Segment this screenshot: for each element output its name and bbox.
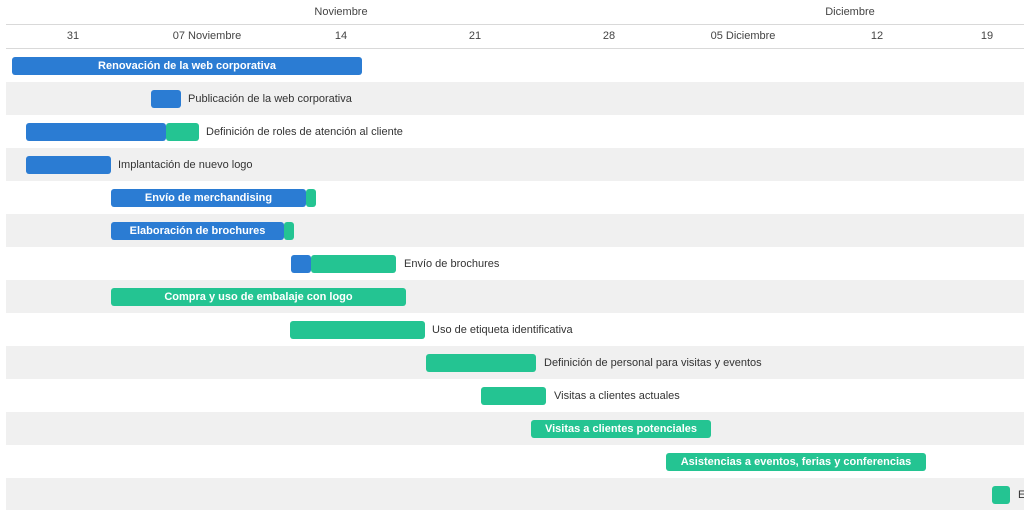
gantt-row: Definición de roles de atención al clien… (6, 115, 1024, 148)
gantt-row: Publicación de la web corporativa (6, 82, 1024, 115)
month-label: Diciembre (676, 0, 1024, 25)
day-tick: 05 Diciembre (676, 24, 810, 48)
gantt-bar[interactable] (166, 123, 199, 141)
gantt-row: Visitas a clientes actuales (6, 379, 1024, 412)
gantt-row: Uso de etiqueta identificativa (6, 313, 1024, 346)
gantt-row: Envío de brochures (6, 247, 1024, 280)
day-tick: 19 (944, 24, 1024, 48)
day-tick: 31 (6, 24, 140, 48)
bar-label: Visitas a clientes actuales (554, 390, 680, 402)
gantt-bar[interactable] (992, 486, 1010, 504)
gantt-chart: NoviembreDiciembre 3107 Noviembre1421280… (0, 0, 1024, 510)
bar-label: Encuentro de negocios (1018, 489, 1024, 501)
gantt-rows: Renovación de la web corporativa Publicac… (6, 49, 1024, 510)
bar-label: Publicación de la web corporativa (188, 93, 352, 105)
day-tick: 21 (408, 24, 542, 48)
bar-label: Compra y uso de embalaje con logo (158, 291, 358, 303)
gantt-bar[interactable] (26, 156, 111, 174)
bar-label: Envío de brochures (404, 258, 499, 270)
gantt-bar[interactable]: Renovación de la web corporativa (12, 57, 362, 75)
bar-label: Definición de personal para visitas y ev… (544, 357, 762, 369)
day-tick: 14 (274, 24, 408, 48)
gantt-bar[interactable] (481, 387, 546, 405)
bar-label: Renovación de la web corporativa (92, 60, 282, 72)
bar-label: Elaboración de brochures (124, 225, 272, 237)
gantt-bar[interactable] (26, 123, 166, 141)
gantt-bar[interactable]: Visitas a clientes potenciales (531, 420, 711, 438)
gantt-row: Renovación de la web corporativa (6, 49, 1024, 82)
bar-label: Asistencias a eventos, ferias y conferen… (675, 456, 918, 468)
day-tick: 07 Noviembre (140, 24, 274, 48)
gantt-bar[interactable] (306, 189, 316, 207)
bar-label: Uso de etiqueta identificativa (432, 324, 573, 336)
day-tick: 28 (542, 24, 676, 48)
gantt-bar[interactable] (426, 354, 536, 372)
month-label: Noviembre (6, 0, 676, 25)
gantt-bar[interactable] (291, 255, 311, 273)
timeline-header: NoviembreDiciembre 3107 Noviembre1421280… (6, 0, 1024, 49)
gantt-bar[interactable] (311, 255, 396, 273)
gantt-bar[interactable]: Asistencias a eventos, ferias y conferen… (666, 453, 926, 471)
bar-label: Envío de merchandising (139, 192, 278, 204)
gantt-row: Asistencias a eventos, ferias y conferen… (6, 445, 1024, 478)
gantt-bar[interactable]: Compra y uso de embalaje con logo (111, 288, 406, 306)
gantt-row: Envío de merchandising (6, 181, 1024, 214)
gantt-bar[interactable] (151, 90, 181, 108)
gantt-bar[interactable] (290, 321, 425, 339)
gantt-row: Encuentro de negocios (6, 478, 1024, 510)
bar-label: Definición de roles de atención al clien… (206, 126, 403, 138)
gantt-row: Elaboración de brochures (6, 214, 1024, 247)
gantt-row: Implantación de nuevo logo (6, 148, 1024, 181)
gantt-row: Visitas a clientes potenciales (6, 412, 1024, 445)
bar-label: Visitas a clientes potenciales (539, 423, 703, 435)
gantt-bar[interactable] (284, 222, 294, 240)
gantt-row: Definición de personal para visitas y ev… (6, 346, 1024, 379)
gantt-bar[interactable]: Elaboración de brochures (111, 222, 284, 240)
gantt-row: Compra y uso de embalaje con logo (6, 280, 1024, 313)
bar-label: Implantación de nuevo logo (118, 159, 253, 171)
gantt-bar[interactable]: Envío de merchandising (111, 189, 306, 207)
day-tick: 12 (810, 24, 944, 48)
